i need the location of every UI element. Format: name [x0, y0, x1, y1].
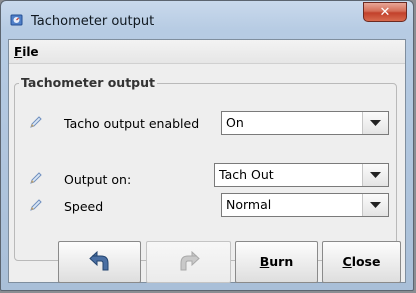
speed-select[interactable]: Normal [221, 193, 389, 217]
menu-bar: File [9, 40, 405, 64]
chevron-down-icon[interactable] [362, 164, 388, 186]
redo-icon [180, 251, 200, 271]
close-label: lose [351, 254, 381, 269]
edit-pencil-icon[interactable] [29, 171, 43, 185]
burn-label: urn [269, 254, 294, 269]
title-bar[interactable]: Tachometer output ✕ [1, 1, 413, 35]
speed-value: Normal [226, 197, 272, 212]
menu-file[interactable]: File [14, 45, 39, 59]
close-icon: ✕ [379, 5, 391, 20]
menu-file-mnemonic: F [14, 45, 23, 59]
dialog-client-area: File Tachometer output Tacho output enab… [8, 39, 406, 283]
burn-button[interactable]: Burn [235, 241, 318, 283]
output-on-select[interactable]: Tach Out [214, 163, 389, 187]
close-button[interactable]: Close [322, 241, 401, 283]
tacho-output-enabled-select[interactable]: On [221, 111, 389, 135]
edit-pencil-icon[interactable] [29, 198, 43, 212]
tacho-output-enabled-value: On [226, 115, 244, 130]
app-icon [10, 13, 24, 27]
output-on-label: Output on: [64, 172, 132, 187]
chevron-down-icon[interactable] [362, 194, 388, 216]
output-on-value: Tach Out [219, 167, 274, 182]
tachometer-output-window: Tachometer output ✕ File Tachometer outp… [0, 0, 414, 291]
undo-icon [88, 251, 108, 271]
speed-label: Speed [64, 199, 104, 214]
menu-file-label: ile [22, 45, 39, 59]
edit-pencil-icon[interactable] [29, 115, 43, 129]
panel-title: Tachometer output [19, 75, 158, 90]
button-bar: Burn Close [9, 240, 405, 284]
window-close-button[interactable]: ✕ [363, 2, 407, 22]
tacho-output-enabled-label: Tacho output enabled [64, 116, 200, 131]
close-mnemonic: C [342, 254, 352, 269]
chevron-down-icon[interactable] [362, 112, 388, 134]
undo-button[interactable] [58, 241, 141, 283]
window-title: Tachometer output [31, 14, 155, 29]
redo-button[interactable] [146, 241, 231, 283]
burn-mnemonic: B [259, 254, 270, 269]
